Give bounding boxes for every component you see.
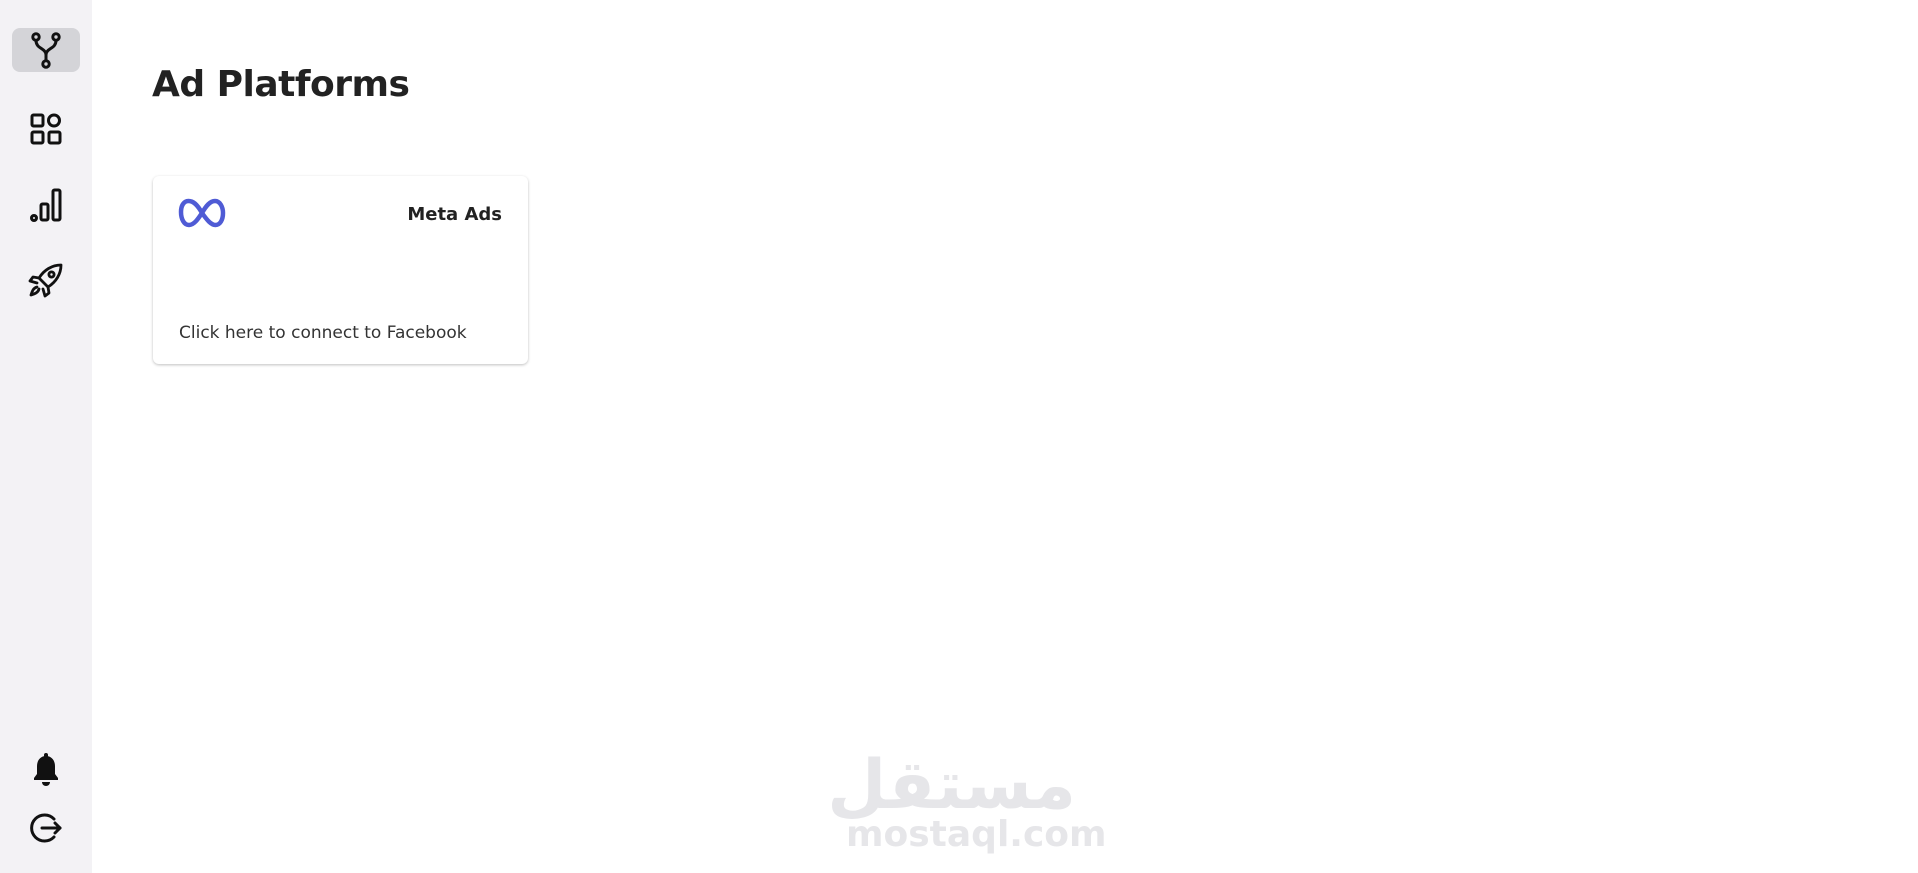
logout-icon [30, 812, 62, 844]
sidebar-item-integrations[interactable] [12, 28, 80, 72]
platform-card-meta-ads[interactable]: Meta Ads Click here to connect to Facebo… [153, 176, 528, 364]
connect-link[interactable]: Click here to connect to Facebook [179, 323, 467, 343]
app: Ad Platforms Meta Ads Click here to conn… [0, 0, 1918, 873]
watermark-latin: mostaql.com [846, 814, 1107, 855]
watermark-arabic: مستقل [827, 746, 1076, 825]
fork-icon [31, 31, 61, 69]
meta-infinity-icon [178, 198, 226, 232]
sidebar-item-analytics[interactable] [12, 183, 80, 227]
sidebar [0, 0, 92, 873]
platform-name: Meta Ads [407, 204, 502, 225]
logout-button[interactable] [12, 806, 80, 850]
page-title: Ad Platforms [152, 64, 410, 105]
bar-chart-icon [30, 187, 62, 223]
main-content: Ad Platforms Meta Ads Click here to conn… [92, 0, 1918, 873]
sidebar-item-apps[interactable] [12, 107, 80, 151]
sidebar-item-campaigns[interactable] [12, 258, 80, 302]
apps-grid-icon [30, 113, 62, 145]
watermark: مستقل mostaql.com [827, 746, 1107, 855]
notifications-button[interactable] [12, 748, 80, 792]
rocket-icon [28, 262, 64, 298]
bell-icon [31, 753, 61, 787]
